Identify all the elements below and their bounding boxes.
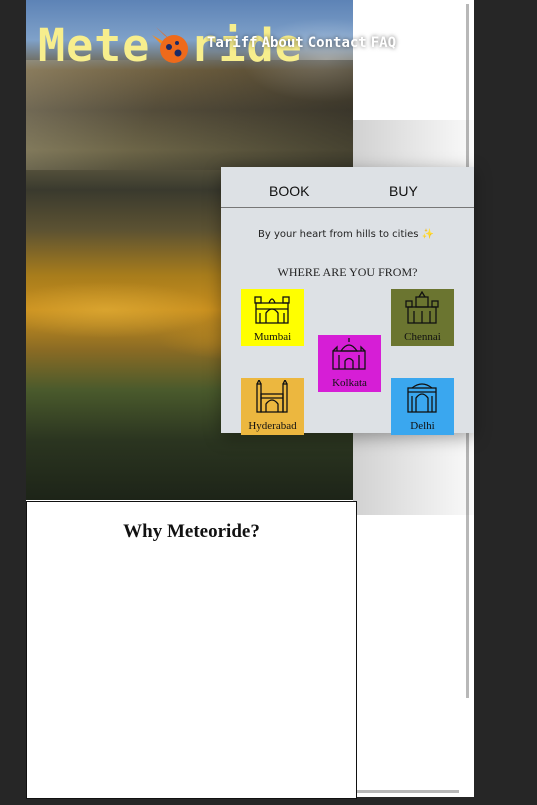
temple-icon bbox=[405, 291, 439, 324]
nav-about[interactable]: About bbox=[262, 35, 304, 51]
city-label-mumbai: Mumbai bbox=[253, 331, 292, 343]
booking-panel: BOOK BUY By your heart from hills to cit… bbox=[221, 167, 474, 435]
city-label-hyderabad: Hyderabad bbox=[248, 420, 297, 432]
city-tile-kolkata[interactable]: Kolkata bbox=[318, 335, 381, 392]
india-gate-icon bbox=[407, 383, 437, 413]
city-tile-hyderabad[interactable]: Hyderabad bbox=[241, 378, 304, 435]
logo-text-left: Mete bbox=[38, 19, 151, 72]
charminar-icon bbox=[256, 380, 288, 413]
tagline: By your heart from hills to cities ✨ bbox=[258, 229, 435, 240]
city-label-chennai: Chennai bbox=[404, 331, 441, 343]
nav-contact[interactable]: Contact bbox=[308, 35, 367, 51]
tab-book[interactable]: BOOK bbox=[269, 183, 309, 199]
nav-tariff[interactable]: Tariff bbox=[207, 35, 258, 51]
city-tile-chennai[interactable]: Chennai bbox=[391, 289, 454, 346]
top-nav: Tariff About Contact FAQ bbox=[207, 35, 396, 51]
gateway-icon bbox=[254, 296, 290, 324]
victoria-memorial-icon bbox=[332, 338, 366, 370]
city-tile-delhi[interactable]: Delhi bbox=[391, 378, 454, 435]
meteor-icon bbox=[150, 22, 190, 63]
why-section: Why Meteoride? bbox=[26, 501, 357, 799]
nav-faq[interactable]: FAQ bbox=[371, 35, 396, 51]
panel-tabs: BOOK BUY bbox=[221, 167, 474, 208]
where-heading: WHERE ARE YOU FROM? bbox=[277, 265, 418, 279]
city-tile-mumbai[interactable]: Mumbai bbox=[241, 289, 304, 346]
city-label-kolkata: Kolkata bbox=[332, 377, 367, 389]
why-title: Why Meteoride? bbox=[123, 521, 260, 542]
tab-buy[interactable]: BUY bbox=[389, 183, 418, 199]
city-label-delhi: Delhi bbox=[410, 420, 435, 432]
